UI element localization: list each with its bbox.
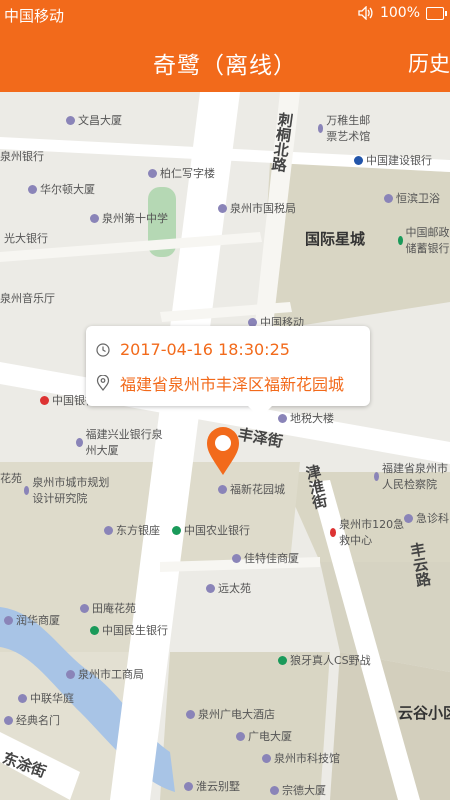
poi-icon <box>186 709 195 719</box>
poi[interactable]: 东方银座 <box>104 522 160 538</box>
popup-datetime: 2017-04-16 18:30:25 <box>120 340 290 359</box>
poi[interactable]: 泉州音乐厅 <box>0 290 55 306</box>
poi[interactable]: 宗德大厦 <box>270 782 326 798</box>
poi-icon <box>24 485 30 495</box>
poi-icon <box>76 437 83 447</box>
poi[interactable]: 田庵花苑 <box>80 600 136 616</box>
popup-address: 福建省泉州市丰泽区福新花园城 <box>120 375 345 394</box>
poi[interactable]: 地税大楼 <box>278 410 334 426</box>
poi-icon <box>218 484 227 494</box>
poi[interactable]: 佳特佳商厦 <box>232 550 299 566</box>
poi-icon <box>4 715 13 725</box>
area-label: 国际星城 <box>305 230 366 248</box>
bank-icon <box>172 525 181 535</box>
poi[interactable]: 万稚生邮票艺术馆 <box>318 112 378 144</box>
location-marker-icon[interactable] <box>206 426 240 476</box>
area-label: 云谷小区 <box>398 704 450 722</box>
poi-icon <box>262 753 271 763</box>
poi[interactable]: 华尔顿大厦 <box>28 181 95 197</box>
status-right: 100% <box>358 5 447 21</box>
poi-icon <box>404 513 413 523</box>
battery-icon <box>426 6 447 20</box>
poi[interactable]: 福建兴业银行泉州大厦 <box>76 426 166 458</box>
status-bar: 中国移动 100% <box>0 0 450 30</box>
poi-icon <box>148 168 157 178</box>
poi-icon <box>384 193 393 203</box>
poi[interactable]: 光大银行 <box>4 230 48 246</box>
poi[interactable]: 中联华庭 <box>18 690 74 706</box>
poi[interactable]: 文昌大厦 <box>66 112 122 128</box>
poi[interactable]: 泉州广电大酒店 <box>186 706 275 722</box>
poi-icon <box>318 123 324 133</box>
poi-icon <box>104 525 113 535</box>
poi[interactable]: 狼牙真人CS野战 <box>278 652 371 668</box>
poi-icon <box>66 669 75 679</box>
poi[interactable]: 花苑 <box>0 470 22 486</box>
popup-datetime-row: 2017-04-16 18:30:25 <box>96 340 290 359</box>
poi[interactable]: 广电大厦 <box>236 728 292 744</box>
page-title: 奇鹭（离线） <box>153 53 297 79</box>
poi[interactable]: 柏仁写字楼 <box>148 165 215 181</box>
poi[interactable]: 淮云别墅 <box>184 778 240 794</box>
poi[interactable]: 福建省泉州市人民检察院 <box>374 460 450 492</box>
poi[interactable]: 泉州第十中学 <box>90 210 168 226</box>
popup-address-row: 福建省泉州市丰泽区福新花园城 <box>96 371 344 395</box>
poi-icon <box>206 583 215 593</box>
poi[interactable]: 泉州市工商局 <box>66 666 144 682</box>
poi-icon <box>270 785 279 795</box>
poi[interactable]: 中国民生银行 <box>90 622 168 638</box>
poi[interactable]: 泉州市国税局 <box>218 200 296 216</box>
post-icon <box>398 235 403 245</box>
poi-icon <box>278 655 287 665</box>
location-pin-icon <box>96 375 110 391</box>
bank-icon <box>354 155 363 165</box>
carrier-label: 中国移动 <box>4 7 65 25</box>
poi-icon <box>236 731 245 741</box>
poi[interactable]: 中国农业银行 <box>172 522 250 538</box>
bank-icon <box>90 625 99 635</box>
poi[interactable]: 润华商厦 <box>4 612 60 628</box>
clock-icon <box>96 342 110 357</box>
poi[interactable]: 中国建设银行 <box>354 152 432 168</box>
history-button[interactable]: 历史 <box>408 48 450 78</box>
poi[interactable]: 泉州市科技馆 <box>262 750 340 766</box>
poi-icon <box>218 203 227 213</box>
poi[interactable]: 泉州市120急救中心 <box>330 516 406 548</box>
speaker-icon <box>358 6 373 20</box>
poi-icon <box>90 213 99 223</box>
poi-icon <box>66 115 75 125</box>
poi[interactable]: 急诊科 <box>404 510 449 526</box>
poi[interactable]: 泉州市城市规划设计研究院 <box>24 474 112 506</box>
location-info-popup[interactable]: 2017-04-16 18:30:25 福建省泉州市丰泽区福新花园城 <box>86 326 370 418</box>
poi-icon <box>374 471 380 481</box>
poi[interactable]: 经典名门 <box>4 712 60 728</box>
hospital-icon <box>330 527 337 537</box>
poi-icon <box>278 413 287 423</box>
poi[interactable]: 福新花园城 <box>218 481 285 497</box>
poi-icon <box>232 553 241 563</box>
poi-icon <box>4 615 13 625</box>
poi[interactable]: 恒滨卫浴 <box>384 190 440 206</box>
poi[interactable]: 中国邮政储蓄银行 <box>398 224 450 256</box>
poi[interactable]: 泉州银行 <box>0 148 44 164</box>
poi-icon <box>184 781 193 791</box>
bank-icon <box>40 395 49 405</box>
app-bar: 奇鹭（离线） 历史 <box>0 30 450 92</box>
poi-icon <box>28 184 37 194</box>
battery-percent: 100% <box>379 5 420 21</box>
poi[interactable]: 远太苑 <box>206 580 251 596</box>
poi-icon <box>18 693 27 703</box>
poi-icon <box>80 603 89 613</box>
